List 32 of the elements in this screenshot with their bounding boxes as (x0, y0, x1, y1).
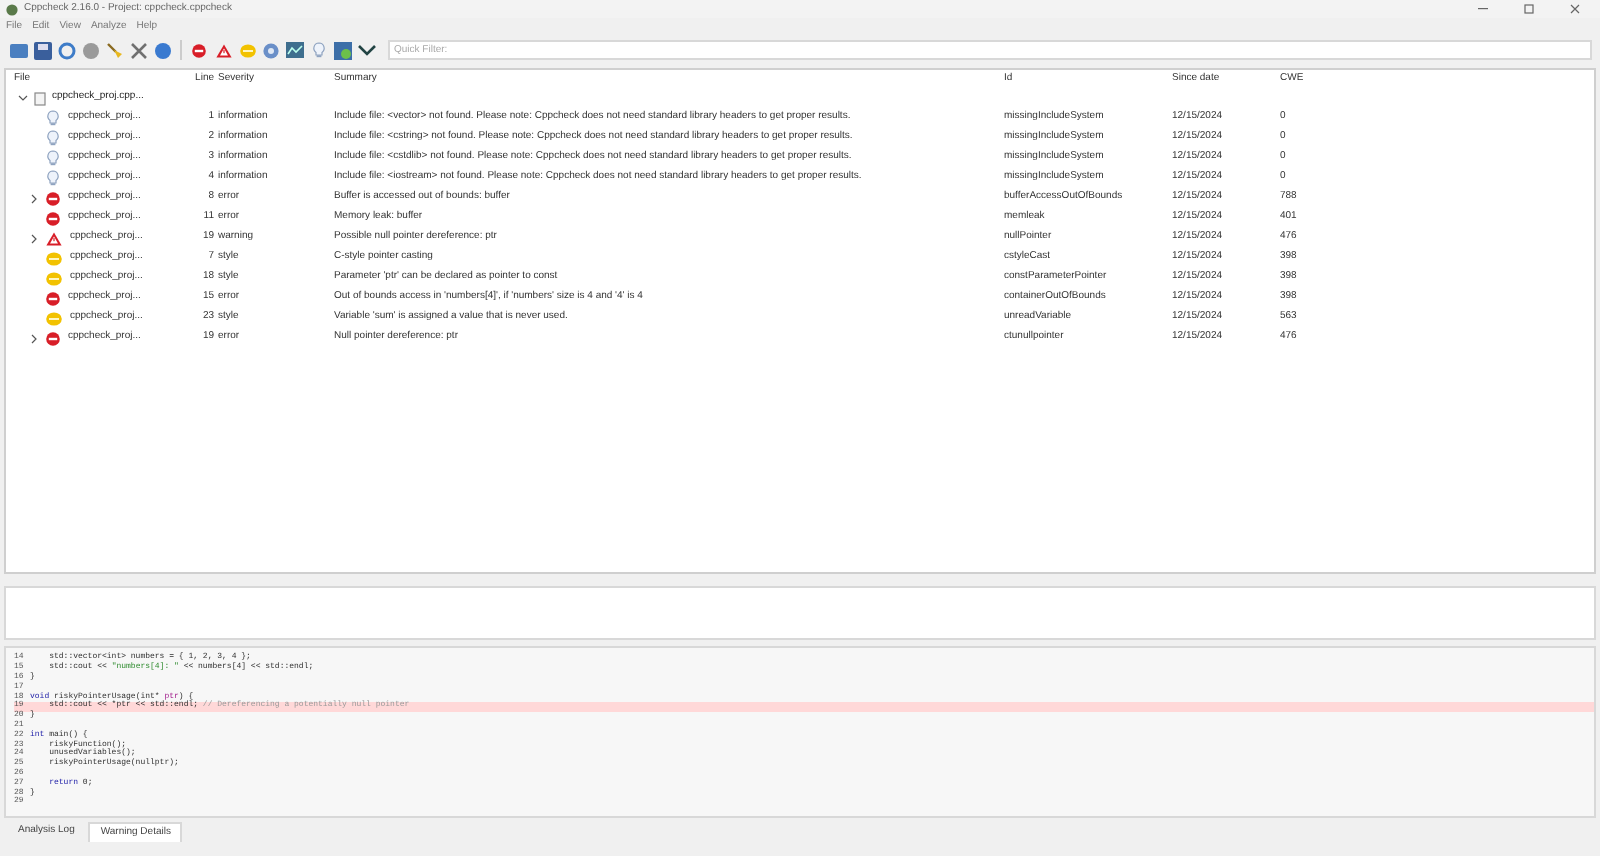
check-icon[interactable] (356, 39, 378, 61)
chevron-icon[interactable] (30, 333, 38, 343)
folder-icon[interactable] (8, 39, 30, 61)
style-icon (239, 43, 255, 57)
style-icon (46, 311, 62, 325)
warning-icon (215, 43, 231, 57)
maximize-icon (1523, 4, 1533, 14)
save-icon[interactable] (32, 39, 54, 61)
chevron-icon[interactable] (30, 193, 38, 203)
file-icon (34, 91, 46, 105)
error-icon (46, 291, 60, 305)
error-icon (46, 191, 60, 205)
close-icon (1569, 4, 1579, 14)
error-icon (192, 43, 206, 57)
error-icon (46, 331, 60, 345)
warning-filter-icon[interactable] (212, 39, 234, 61)
error-filter-icon[interactable] (188, 39, 210, 61)
broom-icon[interactable] (104, 39, 126, 61)
chart-icon[interactable] (284, 39, 306, 61)
warning-icon (46, 231, 62, 245)
chevron-icon[interactable] (30, 233, 38, 243)
lightbulb-icon (312, 42, 326, 58)
error-icon (46, 211, 60, 225)
style-icon (46, 271, 62, 285)
style-icon (46, 251, 62, 265)
minimize-icon (1477, 8, 1487, 10)
app-icon (6, 3, 18, 15)
lightbulb-icon (46, 170, 60, 186)
lightbulb-icon (46, 130, 60, 146)
chevron-icon[interactable] (18, 94, 28, 102)
lightbulb-icon (46, 150, 60, 166)
lightbulb-icon (46, 110, 60, 126)
